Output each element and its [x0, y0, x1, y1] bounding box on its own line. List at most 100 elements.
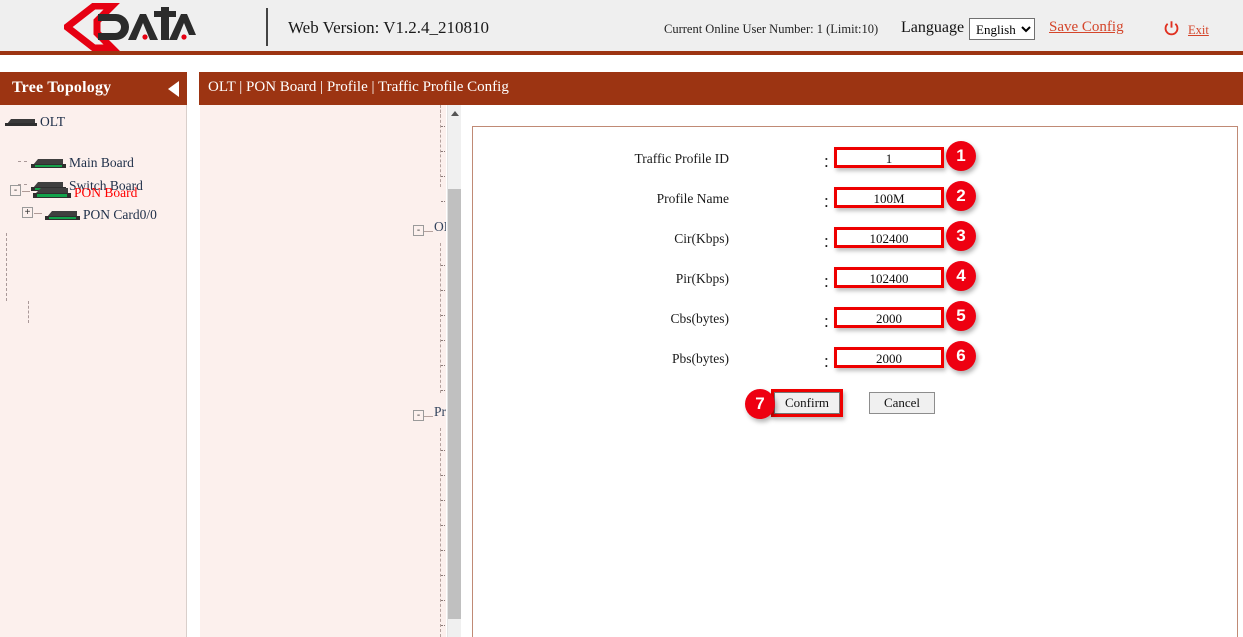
form-row-cir-kbps: Cir(Kbps) ： 3 [473, 225, 1239, 265]
menu-connector-icon [441, 151, 446, 152]
menu-item-agent-profile-config[interactable]: Agent Profile Config [200, 614, 446, 637]
menu-connector-icon [441, 290, 446, 291]
online-user-count-label: Current Online User Number: 1 (Limit:10) [664, 22, 878, 37]
menu-connector-icon [441, 201, 446, 202]
tree-node-pon-card-0-0[interactable]: PON Card0/0 [44, 206, 157, 223]
pbs-bytes-input[interactable] [837, 352, 941, 367]
menu-item-auto-find-list[interactable]: Auto Find List [200, 304, 446, 329]
form-row-pbs-bytes: Pbs(bytes) ： 6 [473, 345, 1239, 385]
save-config-link[interactable]: Save Config [1049, 19, 1124, 36]
menu-item-onu-policy-auth[interactable]: ONU Policy Auth [200, 329, 446, 354]
field-label: Pbs(bytes) [672, 351, 729, 367]
field-label: Profile Name [657, 191, 729, 207]
tree-topology-title: Tree Topology [12, 79, 111, 97]
menu-item-onu-manage[interactable]: ONU Manage [200, 219, 446, 244]
step-badge-1: 1 [946, 141, 976, 171]
menu-item-port-extend-config[interactable]: Port Extend Config [200, 115, 446, 140]
cancel-button[interactable]: Cancel [869, 392, 935, 414]
menu-connector-icon [441, 390, 446, 391]
cdata-diamond-logo [64, 3, 196, 51]
tree-node-label: Main Board [69, 155, 134, 170]
menu-scrollbar[interactable] [447, 105, 461, 637]
step-badge-6: 6 [946, 341, 976, 371]
tree-topology-panel: OLT Main Board Switch Board - PON Board … [0, 105, 187, 637]
board-icon [32, 186, 72, 199]
profile-name-input[interactable] [837, 192, 941, 207]
form-row-pir-kbps: Pir(Kbps) ： 4 [473, 265, 1239, 305]
step-badge-5: 5 [946, 301, 976, 331]
menu-connector-icon [441, 315, 446, 316]
menu-item-dba-profile-config[interactable]: DBA Profile Config [200, 439, 446, 464]
menu-item-onu-info-list[interactable]: ONU Info List [200, 354, 446, 379]
menu-connector-icon [441, 525, 446, 526]
tree-node-label: OLT [40, 114, 65, 129]
field-label: Pir(Kbps) [676, 271, 729, 287]
field-label: Traffic Profile ID [635, 151, 730, 167]
menu-item-label: Profile [434, 404, 446, 420]
pir-kbps-input-wrap[interactable] [834, 267, 944, 288]
pbs-bytes-input-wrap[interactable] [834, 347, 944, 368]
collapse-left-arrow-icon[interactable] [168, 81, 179, 97]
step-badge-7: 7 [745, 389, 775, 419]
tree-connector [22, 191, 30, 192]
step-badge-3: 3 [946, 221, 976, 251]
language-label: Language [901, 19, 964, 37]
cdata-logo [64, 3, 196, 51]
menu-tree-panel: Port Extend Config Port Rate Limit Storm… [200, 105, 446, 637]
cir-kbps-input-wrap[interactable] [834, 227, 944, 248]
form-row-traffic-profile-id: Traffic Profile ID ： 1 [473, 145, 1239, 185]
menu-connector-icon [441, 575, 446, 576]
menu-item-profile[interactable]: Profile [200, 404, 446, 429]
pir-kbps-input[interactable] [837, 272, 941, 287]
tree-node-main-board[interactable]: Main Board [30, 154, 134, 171]
field-label: Cir(Kbps) [674, 231, 729, 247]
form-button-row: 7 Confirm Cancel [473, 389, 1239, 423]
field-label: Cbs(bytes) [671, 311, 730, 327]
menu-connector-icon [441, 340, 446, 341]
menu-item-onu-multicast-acl[interactable]: ONU Multicast ACL [200, 564, 446, 589]
menu-connector-icon [441, 500, 446, 501]
profile-name-input-wrap[interactable] [834, 187, 944, 208]
exit-link[interactable]: Exit [1188, 23, 1209, 38]
menu-item-line-profile-config[interactable]: Line Profile Config [200, 464, 446, 489]
tree-node-pon-board[interactable]: PON Board [32, 184, 137, 201]
menu-item-traffic-profile-config[interactable]: Traffic Profile Config [200, 514, 446, 539]
menu-item-optical-parameter[interactable]: Optical Parameter [200, 190, 446, 215]
traffic-profile-id-input[interactable] [837, 152, 941, 167]
tree-connector [34, 213, 42, 214]
tree-topology-header: Tree Topology [0, 72, 187, 105]
menu-item-authentication-control[interactable]: Authentication Control [200, 254, 446, 279]
traffic-profile-id-input-wrap[interactable] [834, 147, 944, 168]
cir-kbps-input[interactable] [837, 232, 941, 247]
menu-item-service-profile-config[interactable]: Service Profile Config [200, 489, 446, 514]
step-badge-4: 4 [946, 261, 976, 291]
menu-item-onu-authentication-config[interactable]: ONU Authentication Config [200, 279, 446, 304]
tree-expander-pon-board[interactable]: - [10, 185, 21, 196]
menu-connector-icon [441, 550, 446, 551]
tree-trunk-line [6, 233, 7, 301]
language-select[interactable]: English [969, 18, 1035, 40]
menu-item-onu-igmp-profile[interactable]: ONU IGMP Profile [200, 539, 446, 564]
step-badge-2: 2 [946, 181, 976, 211]
menu-item-storm-control[interactable]: Storm Control [200, 165, 446, 190]
menu-connector-icon [441, 625, 446, 626]
cbs-bytes-input-wrap[interactable] [834, 307, 944, 328]
scrollbar-thumb[interactable] [448, 189, 461, 619]
menu-item-pots-profile-config[interactable]: POTS Profile Config [200, 589, 446, 614]
confirm-button[interactable]: Confirm [774, 392, 840, 414]
confirm-button-highlight[interactable]: Confirm [771, 389, 843, 417]
menu-item-onu-optical-parameter[interactable]: ONU Optical Parameter [200, 379, 446, 404]
tree-expander-pon-card[interactable]: + [22, 207, 33, 218]
menu-connector-icon [441, 365, 446, 366]
menu-item-port-rate-limit[interactable]: Port Rate Limit [200, 140, 446, 165]
board-icon [44, 209, 81, 221]
menu-connector-icon [441, 475, 446, 476]
tree-connector [18, 161, 27, 162]
cbs-bytes-input[interactable] [837, 312, 941, 327]
power-icon[interactable] [1163, 20, 1180, 37]
menu-connector-icon [441, 600, 446, 601]
header-divider [266, 8, 268, 46]
scroll-up-arrow-icon[interactable] [448, 105, 461, 121]
tree-node-olt[interactable]: OLT [4, 113, 65, 130]
board-icon [30, 157, 67, 169]
